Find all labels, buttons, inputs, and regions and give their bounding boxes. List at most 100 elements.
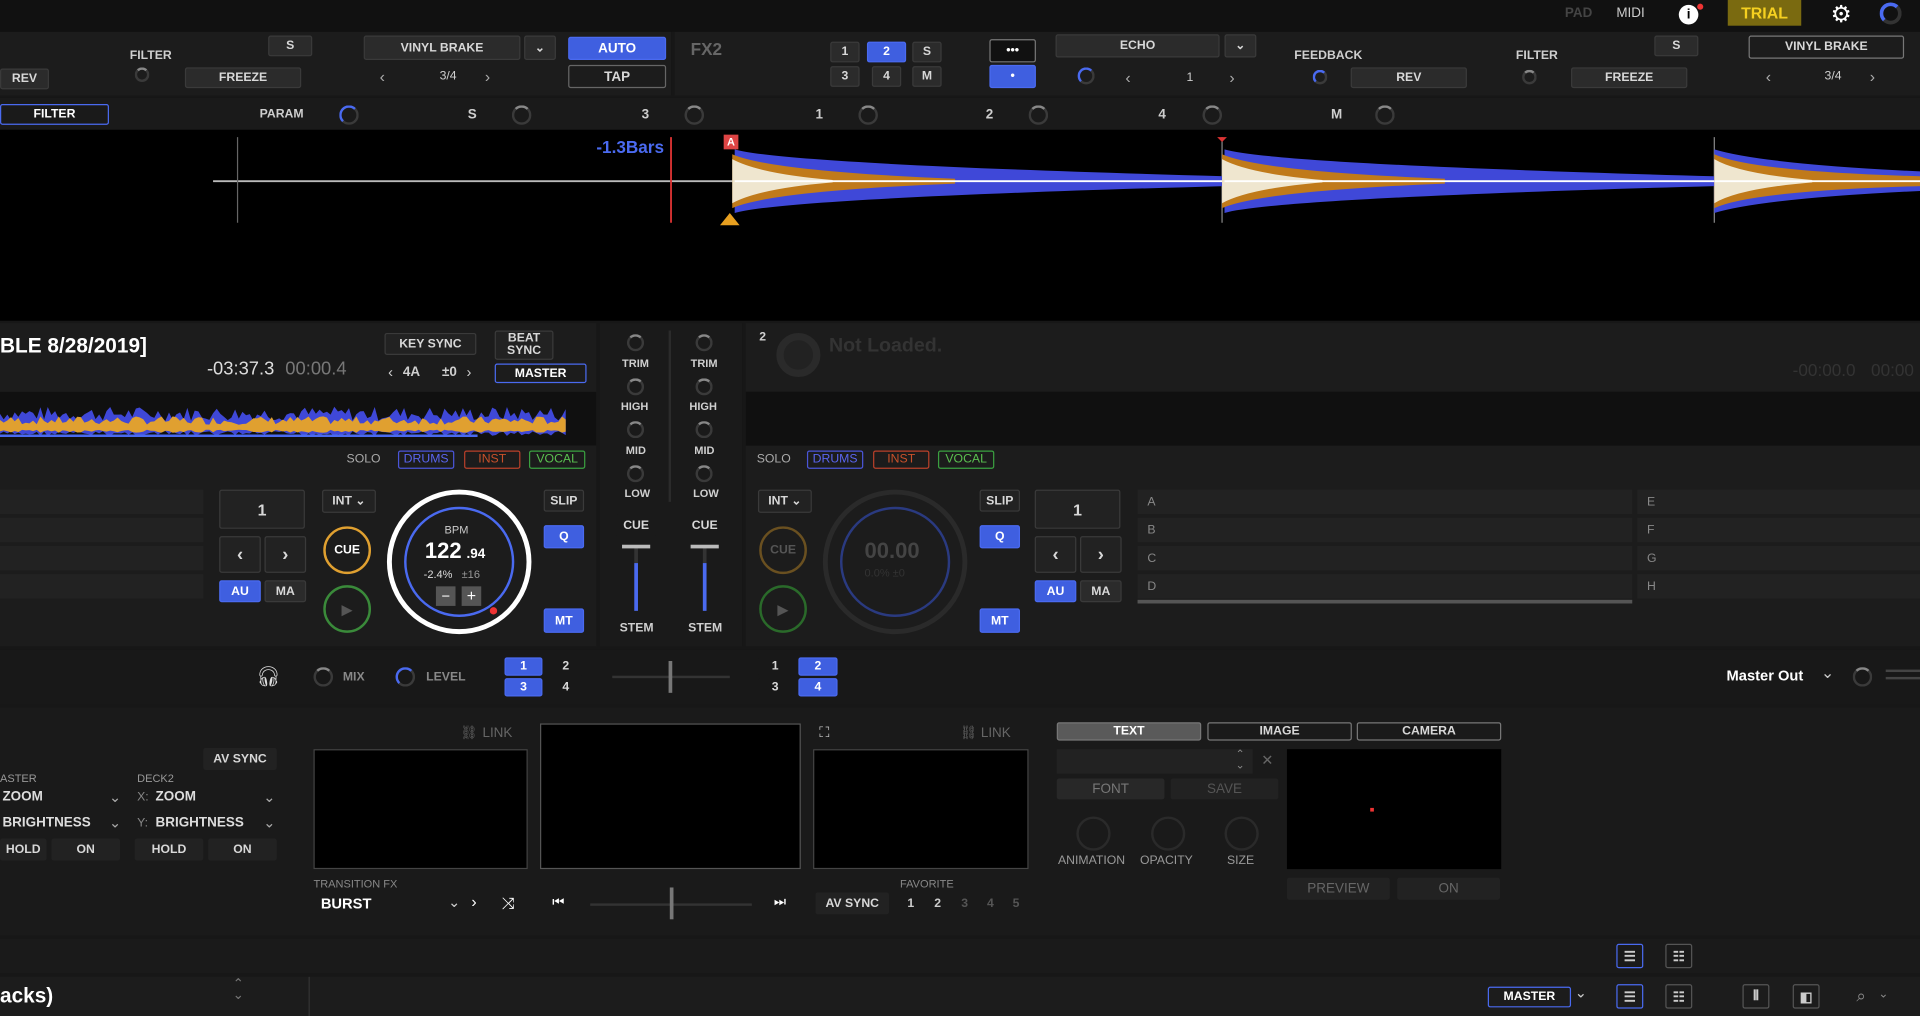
fx1-auto-button[interactable]: AUTO [568, 36, 667, 60]
ch1-low-knob[interactable] [626, 465, 645, 483]
deck1-quantize-button[interactable]: Q [543, 525, 585, 549]
tab-camera[interactable]: CAMERA [1356, 722, 1502, 741]
on2-button[interactable]: ON [208, 838, 277, 861]
hotcue-a-marker[interactable]: A [723, 134, 739, 150]
y-brightness-select[interactable]: BRIGHTNESS [2, 815, 90, 830]
xfader-b-1[interactable]: 1 [757, 657, 793, 676]
deck2-beatjump-back[interactable]: ‹ [1034, 536, 1077, 573]
ch2-cue-button[interactable]: CUE [684, 514, 725, 537]
on-button[interactable]: ON [51, 838, 121, 861]
fx2-assign-s[interactable]: S [912, 41, 942, 63]
deck1-inst-button[interactable]: INST [464, 450, 521, 469]
fx2-freeze-button[interactable]: FREEZE [1571, 67, 1688, 89]
deck1-beatjump-value[interactable]: 1 [219, 489, 305, 529]
fx2-assign-2[interactable]: 2 [866, 41, 907, 63]
hotcue-f[interactable]: F [1637, 517, 1920, 543]
animation-knob[interactable] [1076, 816, 1111, 851]
chevron-down-icon[interactable]: ⌄ [1821, 663, 1834, 683]
xfader-b-2[interactable]: 2 [798, 657, 838, 676]
av-sync-button[interactable]: AV SYNC [203, 747, 277, 770]
y-brightness2-select[interactable]: BRIGHTNESS [156, 815, 244, 830]
master-level-knob[interactable] [1852, 667, 1873, 687]
tab-image[interactable]: IMAGE [1207, 722, 1352, 741]
av-sync2-button[interactable]: AV SYNC [815, 892, 889, 915]
ch1-cue-button[interactable]: CUE [615, 514, 657, 537]
transition-select[interactable]: BURST [321, 895, 372, 912]
ch1-stem-button[interactable]: STEM [620, 622, 654, 635]
ch2-mid-knob[interactable] [695, 421, 713, 439]
skip-back-icon[interactable]: ⏮ [552, 895, 564, 911]
ch1-mid-knob[interactable] [626, 421, 645, 439]
hotcue-b[interactable]: B [1137, 517, 1633, 543]
deck2-int-select[interactable]: INT ⌄ [757, 489, 812, 513]
chevron-down-icon[interactable]: ⌄ [263, 788, 275, 805]
xfader-a-4[interactable]: 4 [548, 678, 583, 697]
trial-button[interactable]: TRIAL [1727, 0, 1802, 26]
hotcue-e[interactable]: E [1637, 489, 1920, 515]
chevron-down-icon[interactable]: ⌄ [263, 814, 275, 831]
hold2-button[interactable]: HOLD [134, 838, 204, 861]
font-button[interactable]: FONT [1056, 778, 1165, 800]
favorite-3[interactable]: 3 [961, 897, 968, 910]
fx2-level-knob[interactable] [1077, 67, 1095, 85]
deck2-beatjump-forward[interactable]: › [1080, 536, 1122, 573]
column-view-icon[interactable]: ⦀ [1742, 984, 1770, 1009]
deck2-quantize-button[interactable]: Q [979, 525, 1021, 549]
xfader-a-3[interactable]: 3 [504, 678, 543, 697]
ch1-high-knob[interactable] [626, 378, 645, 396]
xfader-b-4[interactable]: 4 [798, 678, 838, 697]
opacity-knob[interactable] [1151, 816, 1186, 851]
detail-view-icon[interactable]: ☷ [1665, 984, 1693, 1009]
fx2-effect-dropdown[interactable]: ⌄ [1224, 34, 1257, 58]
midi-button[interactable]: MIDI [1616, 6, 1644, 21]
favorite-5[interactable]: 5 [1013, 897, 1020, 910]
deck1-vocal-button[interactable]: VOCAL [528, 450, 586, 469]
fx2-beat-next[interactable]: › [1229, 69, 1234, 87]
ch2-fader-handle[interactable] [690, 544, 719, 549]
close-icon[interactable]: ✕ [1261, 752, 1273, 769]
hotcue-c[interactable]: C [1137, 545, 1633, 571]
deck1-keysync-button[interactable]: KEY SYNC [384, 332, 477, 355]
text-input[interactable] [1056, 749, 1253, 774]
save-button[interactable]: SAVE [1170, 778, 1279, 800]
ch1-fader-handle[interactable] [622, 544, 651, 549]
deck2-inst-button[interactable]: INST [873, 450, 930, 469]
deck1-int-select[interactable]: INT ⌄ [322, 489, 376, 513]
xfader-b-3[interactable]: 3 [757, 678, 793, 697]
deck1-mastertempo-button[interactable]: MT [543, 608, 585, 633]
favorite-4[interactable]: 4 [987, 897, 994, 910]
fx1-s-button[interactable]: S [268, 35, 313, 57]
deck1-hotcue-row[interactable] [0, 517, 204, 543]
deck2-au-button[interactable]: AU [1034, 580, 1077, 603]
fx2-beat2-next[interactable]: › [1870, 67, 1875, 85]
chevron-down-icon[interactable]: ⌄ [109, 814, 121, 831]
chevron-down-icon[interactable]: ⌄ [448, 894, 460, 911]
deck1-tempo-plus[interactable]: + [461, 586, 482, 606]
tab-text[interactable]: TEXT [1056, 722, 1202, 741]
deck1-master-button[interactable]: MASTER [494, 363, 587, 384]
fx2-assign-3[interactable]: 3 [830, 66, 860, 87]
deck1-play-button[interactable]: ▶ [323, 585, 372, 633]
param-2-knob[interactable] [1028, 105, 1049, 125]
fx2-assign-4[interactable]: 4 [871, 66, 902, 87]
param-knob[interactable] [339, 105, 359, 125]
link-icon[interactable]: ⛓︎ [960, 725, 977, 741]
fx2-assign-m[interactable]: M [912, 66, 942, 87]
param-1-knob[interactable] [858, 105, 878, 125]
hotcue-scrollbar[interactable] [1137, 599, 1633, 604]
deck1-cue-button[interactable]: CUE [323, 526, 372, 575]
hotcue-d[interactable]: D [1137, 574, 1633, 599]
preview-button[interactable]: PREVIEW [1286, 877, 1390, 900]
chevron-down-icon[interactable]: ⌄ [1575, 984, 1587, 1001]
deck1-hotcue-row[interactable] [0, 574, 204, 599]
fx1-rev-button[interactable]: REV [0, 68, 49, 90]
fx2-beat-fx-button[interactable]: • [989, 64, 1036, 89]
hotcue-g[interactable]: G [1637, 545, 1920, 571]
deck2-ma-button[interactable]: MA [1080, 580, 1122, 603]
ch2-high-knob[interactable] [695, 378, 713, 396]
x-zoom2-select[interactable]: ZOOM [156, 790, 196, 805]
deck1-hotcue-row[interactable] [0, 545, 204, 571]
deck2-drums-button[interactable]: DRUMS [806, 450, 864, 469]
favorite-1[interactable]: 1 [907, 897, 914, 910]
fx2-rev-button[interactable]: REV [1350, 67, 1467, 89]
